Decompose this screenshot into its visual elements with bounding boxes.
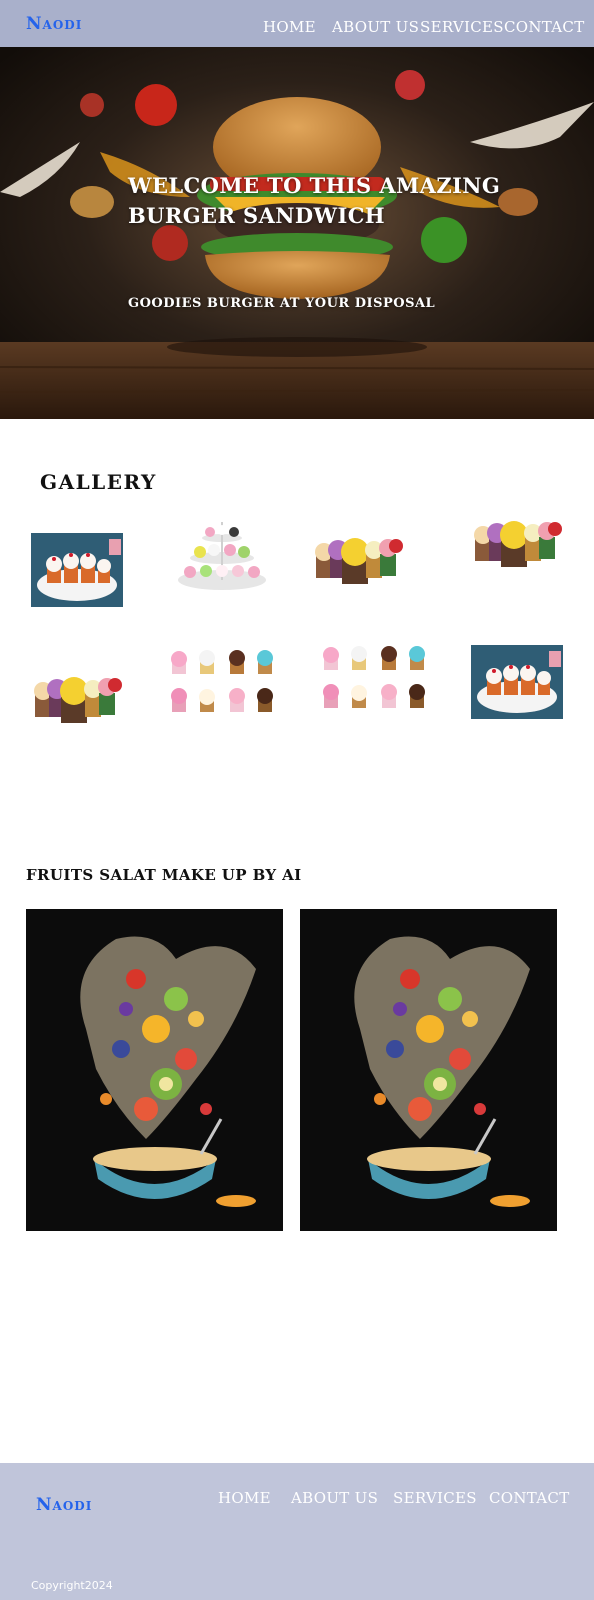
footer-brand-logo[interactable]: Naodi <box>36 1495 92 1515</box>
fruits-title: FRUITS SALAT MAKE UP BY AI <box>26 866 302 884</box>
gallery-image-cupcake-grid[interactable] <box>166 644 280 724</box>
hero-section: WELCOME TO THIS AMAZING BURGER SANDWICH … <box>0 47 594 419</box>
gallery-image-cupcakes-row[interactable] <box>471 513 563 583</box>
gallery-image-cupcakes-plate[interactable] <box>471 645 563 719</box>
footer-nav-contact[interactable]: CONTACT <box>489 1489 570 1507</box>
gallery-title: GALLERY <box>40 470 157 494</box>
hero-title: WELCOME TO THIS AMAZING BURGER SANDWICH <box>128 173 501 228</box>
nav-about-us[interactable]: ABOUT US <box>332 18 419 36</box>
footer-nav-home[interactable]: HOME <box>218 1489 271 1507</box>
nav-services[interactable]: SERVICES <box>420 18 504 36</box>
hero-burger-image <box>0 47 594 419</box>
gallery-image-cupcake-stand[interactable] <box>176 516 268 596</box>
footer-nav-about-us[interactable]: ABOUT US <box>291 1489 378 1507</box>
gallery-image-cupcake-grid[interactable] <box>318 640 432 720</box>
footer-nav-services[interactable]: SERVICES <box>393 1489 477 1507</box>
hero-subtitle: GOODIES BURGER AT YOUR DISPOSAL <box>128 296 436 311</box>
gallery-image-cupcakes-row[interactable] <box>312 526 404 596</box>
fruit-salad-image[interactable] <box>300 909 557 1231</box>
site-header: Naodi HOME ABOUT US SERVICES CONTACT <box>0 0 594 47</box>
gallery-image-cupcakes-plate[interactable] <box>31 533 123 607</box>
copyright-text: Copyright2024 <box>31 1579 113 1592</box>
brand-logo[interactable]: Naodi <box>26 14 82 34</box>
site-footer: Naodi HOME ABOUT US SERVICES CONTACT Cop… <box>0 1463 594 1600</box>
gallery-image-cupcakes-row[interactable] <box>31 665 123 735</box>
nav-contact[interactable]: CONTACT <box>504 18 585 36</box>
fruit-salad-image[interactable] <box>26 909 283 1231</box>
nav-home[interactable]: HOME <box>263 18 316 36</box>
